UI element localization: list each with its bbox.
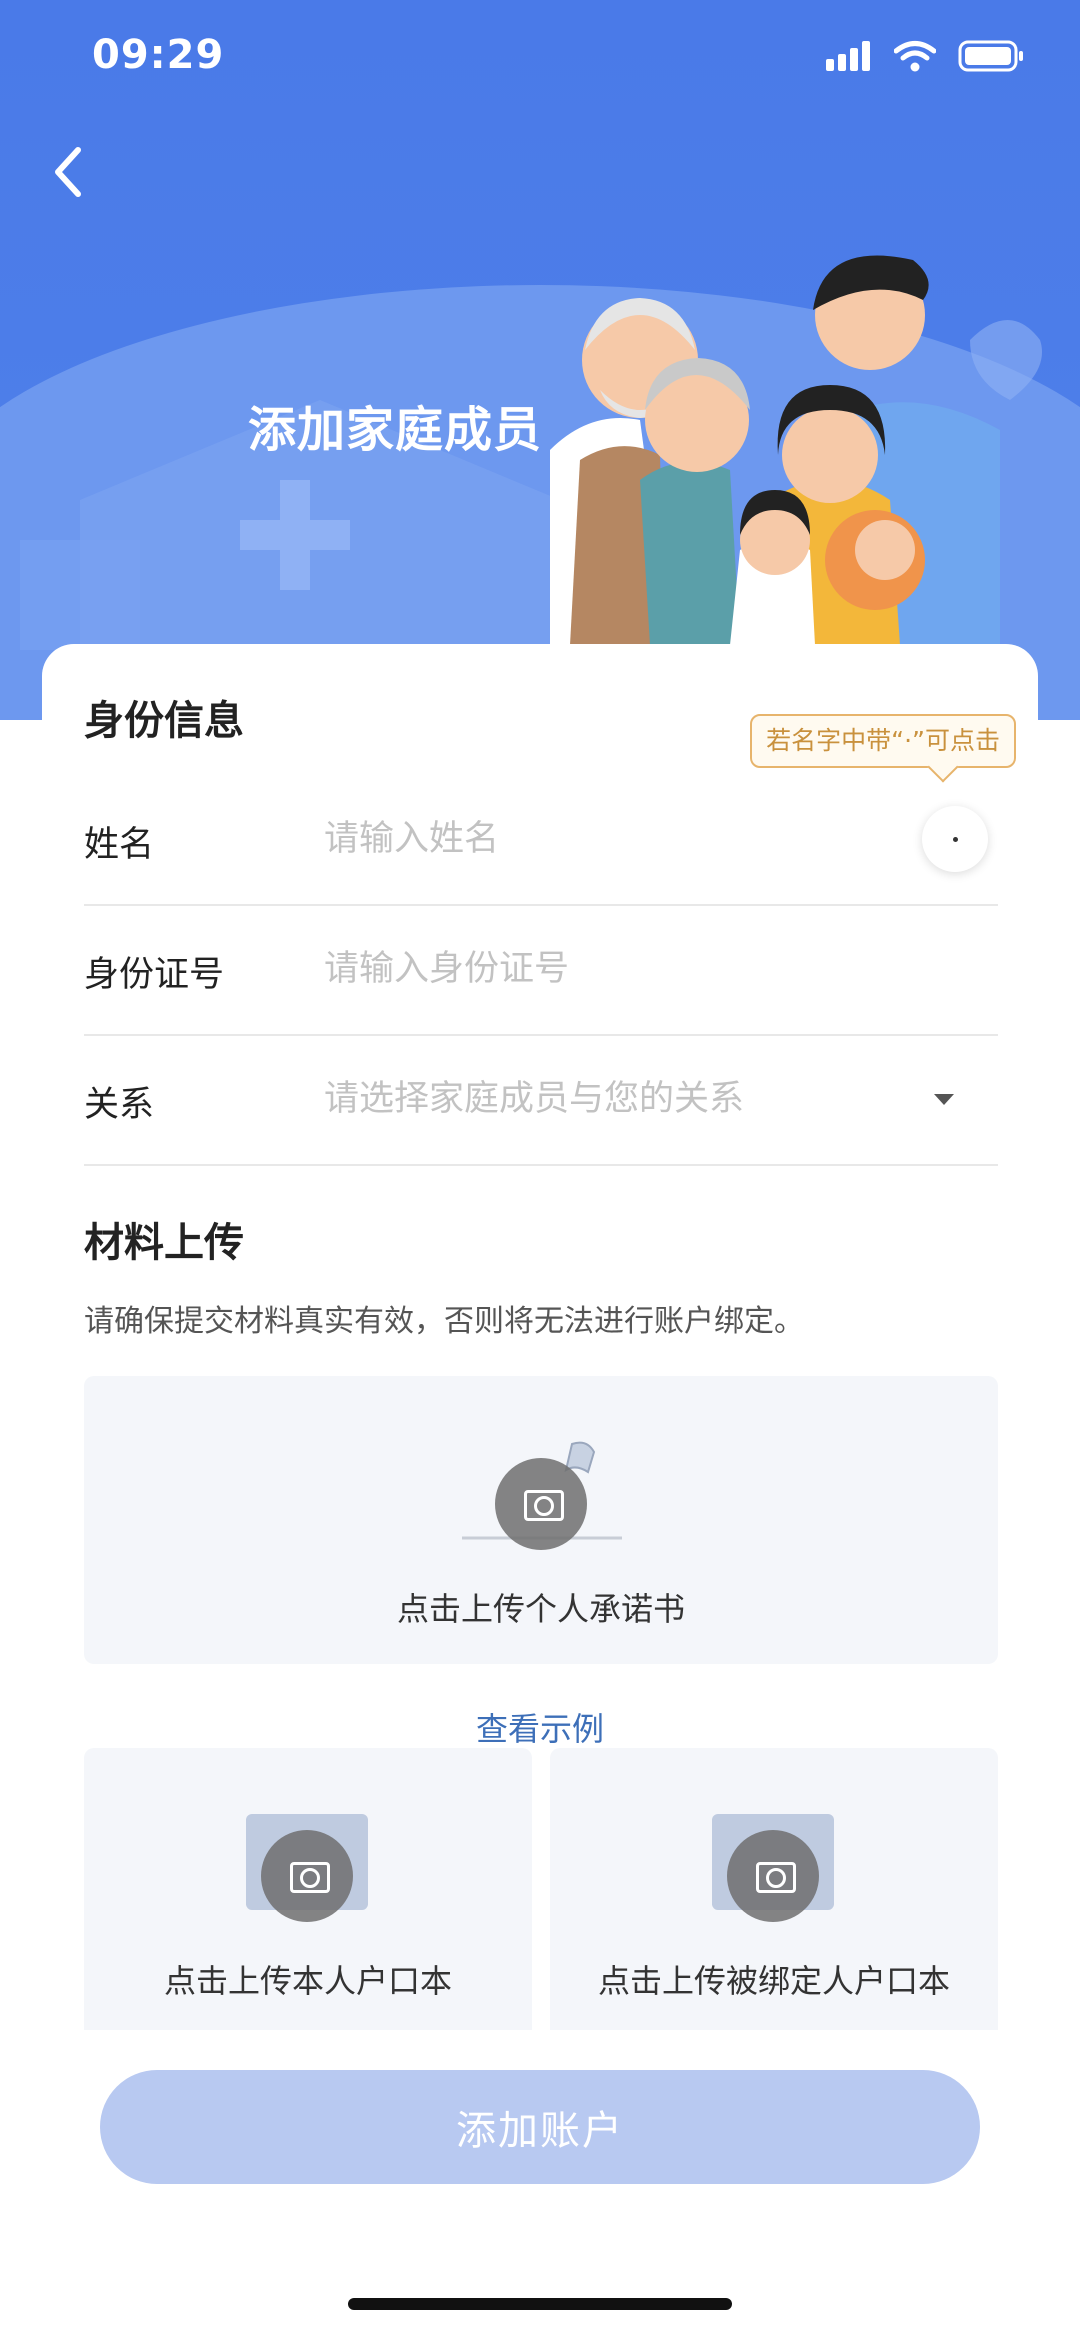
back-arrow-icon[interactable]	[48, 142, 88, 202]
form-card: 身份信息 若名字中带“·”可点击 姓名 身份证号 关系 材料上传 请确保提交材料…	[42, 644, 1038, 2048]
page-title: 添加家庭成员	[248, 402, 543, 458]
upload-bound-hukou-label: 点击上传被绑定人户口本	[597, 1962, 950, 2000]
name-label: 姓名	[84, 825, 155, 865]
status-icons	[826, 40, 1024, 72]
upload-own-hukou-button[interactable]: 点击上传本人户口本	[84, 1748, 532, 2048]
camera-icon	[261, 1830, 353, 1922]
middle-dot-button[interactable]	[922, 806, 988, 872]
status-time: 09:29	[92, 32, 225, 78]
add-account-button[interactable]: 添加账户	[100, 2070, 980, 2184]
upload-commitment-label: 点击上传个人承诺书	[396, 1590, 685, 1628]
bottom-bar: 添加账户	[0, 2030, 1080, 2337]
signal-icon	[826, 41, 870, 71]
name-input[interactable]	[324, 806, 884, 872]
relation-label: 关系	[84, 1085, 155, 1125]
upload-bound-hukou-button[interactable]: 点击上传被绑定人户口本	[550, 1748, 998, 2048]
name-row: 姓名	[84, 776, 998, 906]
view-example-link[interactable]: 查看示例	[42, 1704, 1038, 1750]
upload-own-hukou-label: 点击上传本人户口本	[163, 1962, 452, 2000]
dropdown-caret-icon[interactable]	[934, 1094, 954, 1105]
family-illustration	[550, 255, 1042, 645]
identity-section-title: 身份信息	[84, 698, 244, 744]
id-number-row: 身份证号	[84, 906, 998, 1036]
relation-select[interactable]	[324, 1066, 884, 1132]
materials-section-title: 材料上传	[84, 1220, 244, 1266]
battery-icon	[958, 40, 1023, 72]
relation-row[interactable]: 关系	[84, 1036, 998, 1166]
camera-icon	[495, 1458, 587, 1550]
id-number-input[interactable]	[324, 936, 884, 1002]
middle-dot-icon	[953, 837, 958, 842]
upload-commitment-button[interactable]: 点击上传个人承诺书	[84, 1376, 998, 1664]
camera-icon	[727, 1830, 819, 1922]
middle-dot-tooltip: 若名字中带“·”可点击	[750, 714, 1016, 768]
wifi-icon	[894, 41, 936, 72]
header-banner: 09:29 添加家庭成员	[0, 0, 1080, 720]
materials-note: 请确保提交材料真实有效，否则将无法进行账户绑定。	[84, 1304, 804, 1339]
id-number-label: 身份证号	[84, 955, 225, 995]
home-indicator	[348, 2298, 732, 2310]
